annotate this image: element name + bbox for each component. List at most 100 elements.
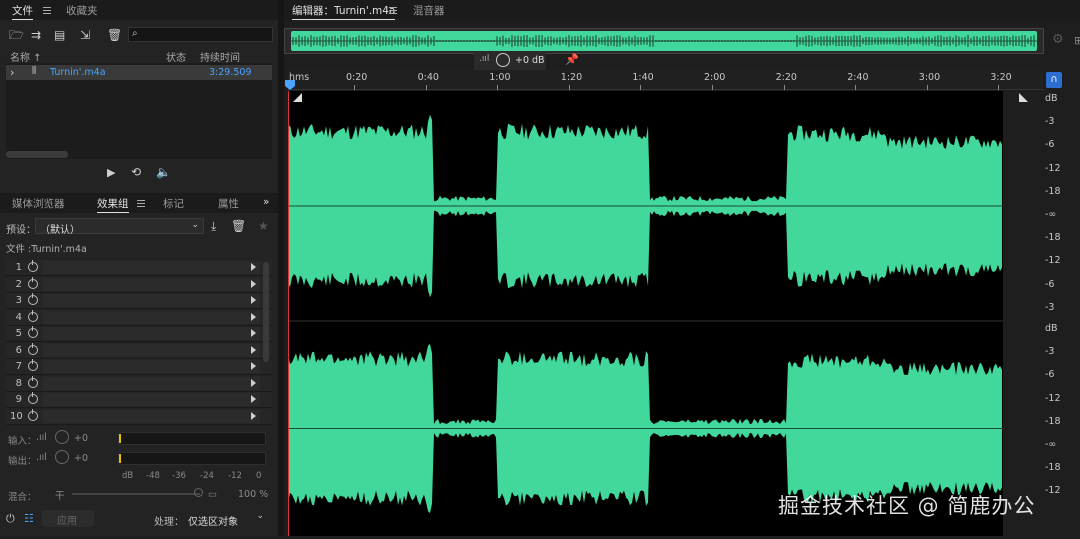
file-row[interactable]: › ⫼ Turnin'.m4a 3:29.509: [6, 65, 272, 80]
power-icon[interactable]: [28, 408, 38, 421]
favorite-star-icon[interactable]: ★: [258, 219, 269, 233]
column-duration[interactable]: 持续时间: [200, 49, 240, 64]
tab-markers[interactable]: 标记: [163, 196, 184, 211]
power-icon[interactable]: [28, 293, 38, 305]
effect-slot[interactable]: 6: [6, 342, 272, 359]
mix-slider-handle[interactable]: [194, 488, 203, 497]
list-icon[interactable]: ☷: [24, 512, 34, 525]
time-ruler[interactable]: hms 0:20 0:40 1:00 1:20 1:40 2:00 2:20 2:40 3:00…: [288, 70, 1044, 90]
power-icon[interactable]: [28, 375, 38, 388]
power-icon[interactable]: ⏻: [6, 512, 15, 526]
tab-properties[interactable]: 属性: [218, 196, 239, 211]
chevron-down-icon: ⌄: [191, 220, 199, 230]
preset-select[interactable]: （默认） ⌄: [35, 218, 204, 236]
effect-slot[interactable]: 9: [6, 392, 272, 408]
effect-slot-field[interactable]: [43, 277, 260, 291]
chevron-right-icon[interactable]: [251, 312, 256, 321]
power-icon[interactable]: [28, 326, 38, 338]
power-icon[interactable]: [28, 342, 38, 355]
output-gain-knob[interactable]: [55, 450, 69, 464]
insert-icon[interactable]: ⇲: [80, 28, 90, 42]
save-preset-icon[interactable]: ⤓: [211, 219, 216, 233]
column-name[interactable]: 名称 ↑: [10, 49, 42, 64]
pin-icon[interactable]: 📌: [565, 53, 579, 66]
fade-out-handle-icon[interactable]: [1019, 93, 1028, 102]
ruler-tick-mark: [998, 85, 1000, 90]
effect-slot[interactable]: 2: [6, 276, 272, 293]
db-tick-label: -6: [1045, 369, 1055, 381]
play-icon[interactable]: ▶: [107, 166, 115, 180]
tab-editor[interactable]: 编辑器：Turnin'.m4a: [292, 3, 396, 20]
db-tick-label: -∞: [1045, 209, 1057, 220]
effect-slot-field[interactable]: [43, 310, 260, 324]
power-icon[interactable]: [28, 392, 38, 404]
effect-slot-field[interactable]: [43, 327, 260, 340]
zoom-icon[interactable]: ⊞: [1074, 34, 1080, 47]
tab-favorites[interactable]: 收藏夹: [66, 3, 98, 18]
overview-navigator[interactable]: [284, 28, 1044, 54]
effect-slot-number: 6: [15, 344, 22, 356]
mix-slider[interactable]: [72, 493, 200, 495]
magnet-snap-icon[interactable]: ∩: [1046, 72, 1062, 88]
chevron-right-icon[interactable]: [251, 296, 256, 304]
speaker-icon[interactable]: 🔈: [156, 165, 171, 179]
delete-preset-icon[interactable]: 🗑: [231, 219, 246, 233]
horizontal-scrollbar[interactable]: [6, 151, 68, 158]
chevron-right-icon[interactable]: [251, 279, 256, 288]
effect-slot-field[interactable]: [43, 360, 260, 373]
effect-slot[interactable]: 7: [6, 359, 272, 375]
effect-slot-field[interactable]: [43, 393, 260, 406]
effect-slot[interactable]: 8: [6, 375, 272, 392]
tab-effects-rack[interactable]: 效果组: [97, 196, 129, 213]
tab-mixer[interactable]: 混音器: [413, 3, 445, 18]
chevron-right-icon[interactable]: [251, 411, 256, 420]
editor-menu-icon[interactable]: [389, 7, 397, 14]
chevron-right-icon[interactable]: [251, 362, 256, 370]
effect-slot[interactable]: 3: [6, 293, 272, 309]
effect-slot[interactable]: 4: [6, 309, 272, 326]
zoom-settings-icon[interactable]: ⚙: [1052, 32, 1064, 47]
power-icon[interactable]: [28, 260, 38, 272]
process-select[interactable]: 仅选区对象 ⌄: [186, 510, 270, 528]
delete-icon[interactable]: 🗑: [107, 28, 122, 42]
column-status[interactable]: 状态: [166, 49, 186, 64]
effects-scrollbar[interactable]: [263, 262, 269, 362]
chevron-right-icon[interactable]: [251, 395, 256, 403]
effect-slot-field[interactable]: [43, 376, 260, 390]
tab-files[interactable]: 文件: [12, 3, 33, 20]
effect-slot-number: 7: [15, 361, 22, 372]
import-icon[interactable]: ⇉: [31, 28, 41, 42]
effect-slot-field[interactable]: [43, 261, 260, 274]
chevron-right-icon[interactable]: [251, 263, 256, 271]
watermark-text: 掘金技术社区 @ 简鹿办公: [778, 494, 1036, 518]
loop-icon[interactable]: ⟲: [131, 165, 141, 179]
effect-slot[interactable]: 1: [6, 260, 272, 276]
power-icon[interactable]: [28, 276, 38, 289]
expand-chevron-icon[interactable]: ›: [10, 66, 14, 79]
gain-hud[interactable]: .ııl +0 dB: [474, 51, 546, 71]
chevron-right-icon[interactable]: [251, 378, 256, 387]
waveform-display[interactable]: [288, 91, 1003, 536]
ruler-tick-label: 3:00: [918, 72, 941, 83]
effect-slot-field[interactable]: [43, 343, 260, 357]
effect-slot[interactable]: 5: [6, 326, 272, 342]
apply-button[interactable]: 应用: [42, 510, 94, 527]
input-gain-knob[interactable]: [55, 430, 69, 444]
power-icon[interactable]: [28, 359, 38, 371]
new-file-icon[interactable]: ▤: [54, 28, 65, 42]
chevron-right-icon[interactable]: [251, 345, 256, 354]
panel-menu-icon[interactable]: [43, 7, 51, 14]
effect-slot-field[interactable]: [43, 294, 260, 307]
effects-menu-icon[interactable]: [137, 200, 145, 207]
tab-media-browser[interactable]: 媒体浏览器: [12, 196, 65, 211]
chevron-right-icon[interactable]: [251, 329, 256, 337]
effect-slot[interactable]: 10: [6, 408, 272, 425]
open-folder-icon[interactable]: 🗁: [9, 28, 24, 42]
input-label: 输入：: [8, 436, 37, 447]
more-panels-icon[interactable]: »: [263, 196, 269, 208]
power-icon[interactable]: [28, 309, 38, 322]
gain-knob[interactable]: [496, 53, 510, 67]
effect-slot-field[interactable]: [43, 409, 260, 423]
search-input[interactable]: ⌕: [128, 27, 273, 42]
effect-slot-number: 2: [15, 278, 22, 290]
